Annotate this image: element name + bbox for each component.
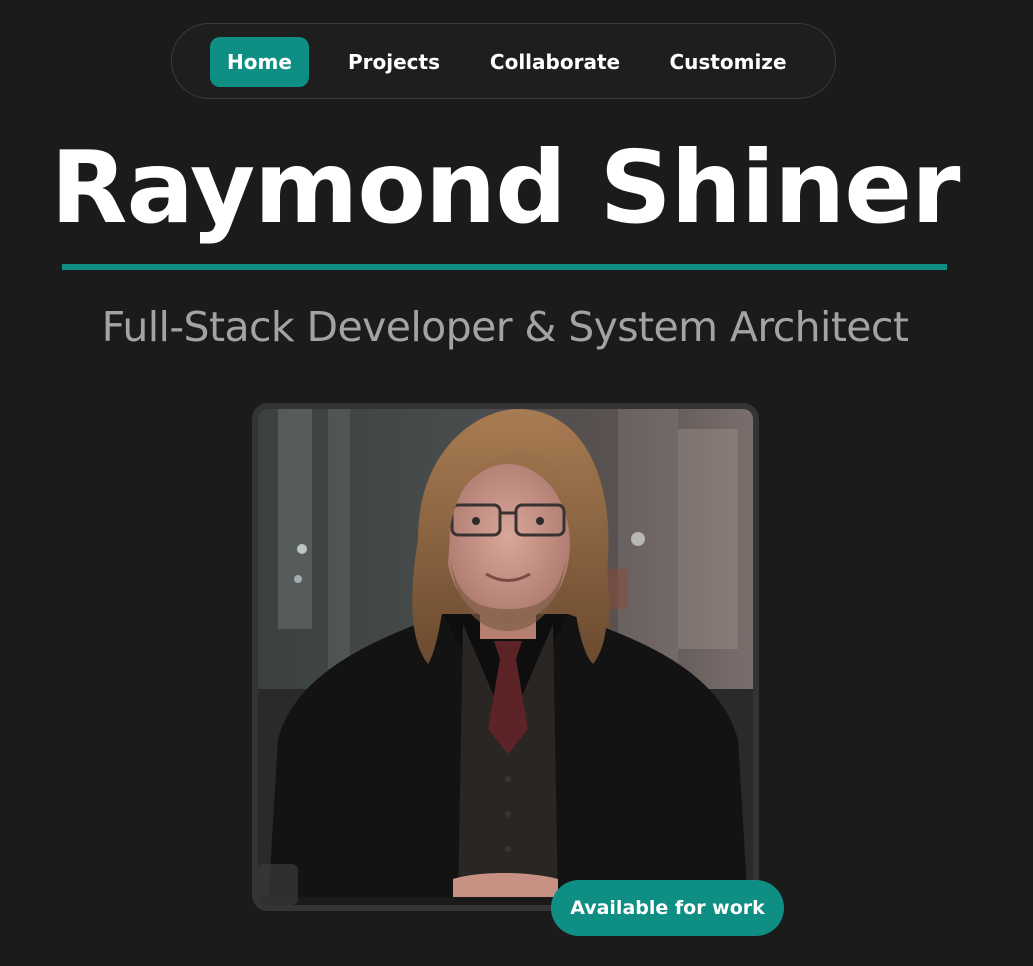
nav-item-collaborate[interactable]: Collaborate: [482, 37, 628, 87]
profile-photo: [252, 403, 759, 911]
available-for-work-badge[interactable]: Available for work: [551, 880, 784, 936]
main-nav: Home Projects Collaborate Customize: [171, 23, 836, 99]
page: Home Projects Collaborate Customize Raym…: [0, 0, 1033, 966]
page-subtitle: Full-Stack Developer & System Architect: [101, 303, 909, 351]
nav-item-projects[interactable]: Projects: [334, 37, 454, 87]
portrait-illustration: [258, 409, 753, 905]
nav-item-home[interactable]: Home: [210, 37, 309, 87]
page-title: Raymond Shiner: [50, 129, 961, 246]
title-underline: [62, 264, 947, 270]
nav-item-customize[interactable]: Customize: [657, 37, 799, 87]
